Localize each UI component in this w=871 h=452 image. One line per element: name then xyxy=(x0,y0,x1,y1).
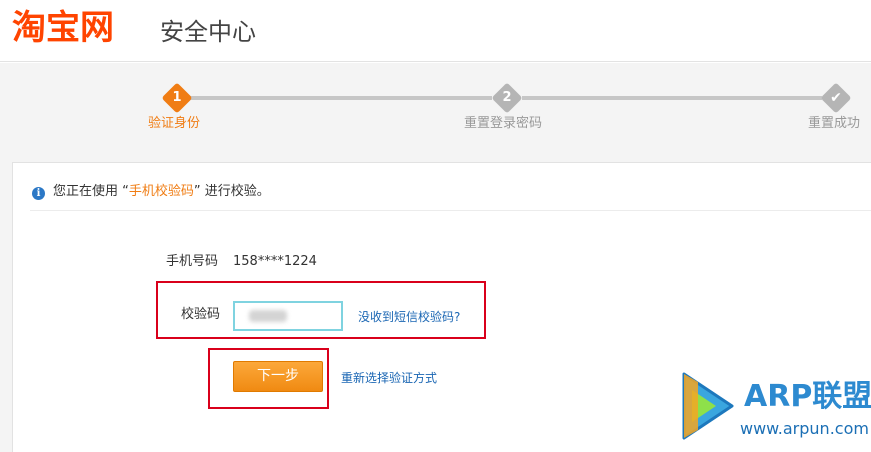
notice-prefix: 您正在使用 “ xyxy=(53,184,129,199)
step-connector xyxy=(522,96,822,100)
blurred-code-value xyxy=(249,310,287,322)
step-2-number: 2 xyxy=(502,90,512,105)
watermark-play-icon xyxy=(682,372,734,440)
step-1-number: 1 xyxy=(172,90,182,105)
verification-notice: i 您正在使用 “手机校验码” 进行校验。 xyxy=(32,183,270,201)
divider xyxy=(30,210,871,211)
next-step-button[interactable]: 下一步 xyxy=(233,361,323,392)
step-3-label: 重置成功 xyxy=(808,116,861,131)
check-icon: ✔ xyxy=(830,90,842,106)
notice-method: 手机校验码 xyxy=(128,184,194,199)
taobao-logo[interactable]: 淘宝网 xyxy=(12,6,114,50)
page-header: 淘宝网 安全中心 xyxy=(0,0,871,62)
step-1-label: 验证身份 xyxy=(148,116,201,131)
page-title: 安全中心 xyxy=(160,18,256,46)
watermark-url: www.arpun.com xyxy=(740,419,869,438)
step-connector xyxy=(190,96,492,100)
phone-label: 手机号码 xyxy=(166,254,219,269)
phone-value: 158****1224 xyxy=(233,254,317,269)
reselect-method-link[interactable]: 重新选择验证方式 xyxy=(341,369,437,387)
step-2-label: 重置登录密码 xyxy=(464,116,543,131)
watermark-brand: ARP联盟 xyxy=(744,379,871,414)
code-label: 校验码 xyxy=(181,307,221,322)
no-code-received-link[interactable]: 没收到短信校验码? xyxy=(358,308,460,326)
notice-suffix: ” 进行校验。 xyxy=(193,184,270,199)
info-icon: i xyxy=(32,187,45,200)
